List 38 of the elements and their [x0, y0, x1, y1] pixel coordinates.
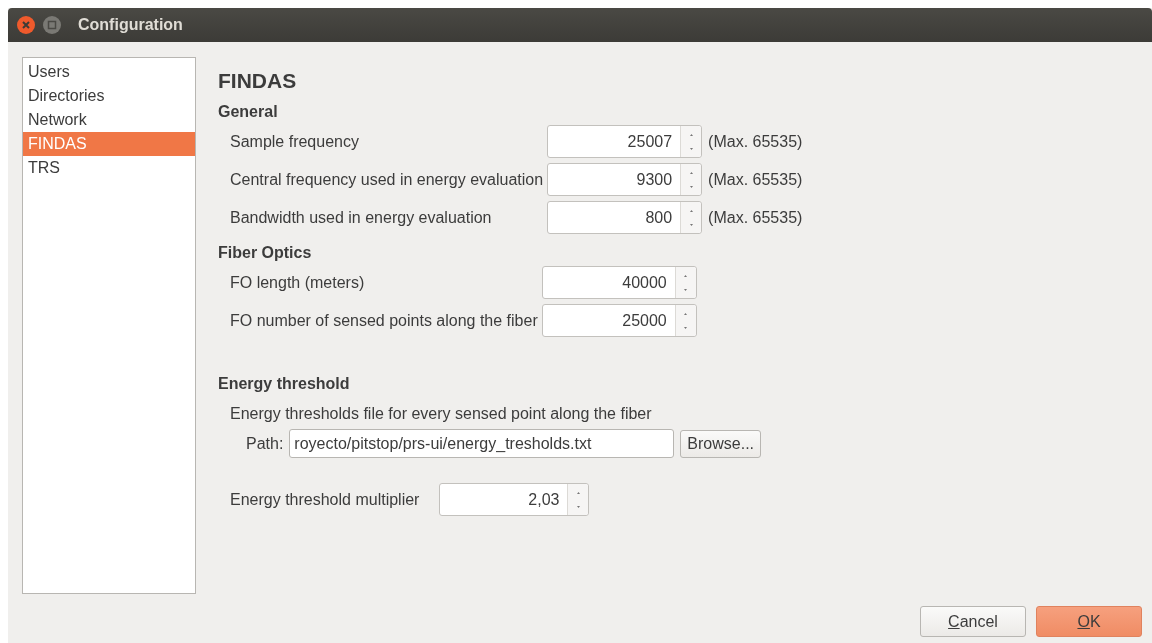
spin-value: 25007 [626, 131, 674, 152]
number-spinbox[interactable]: 9300 [547, 163, 703, 196]
cancel-button[interactable]: Cancel [920, 606, 1026, 637]
section-title: Energy threshold [218, 375, 351, 393]
spin-value: 2,03 [527, 489, 561, 510]
field-label: Central frequency used in energy evaluation [230, 170, 544, 189]
sidebar-item[interactable]: Network [23, 108, 195, 132]
field-label: FO number of sensed points along the fiber [230, 311, 538, 330]
section-title: General [218, 103, 279, 121]
browse-button[interactable]: Browse... [680, 429, 762, 458]
field-label: Energy threshold multiplier [230, 490, 420, 509]
number-spinbox[interactable]: 2,03 [439, 483, 590, 516]
max-hint: (Max. 65535) [708, 170, 803, 189]
sidebar-item[interactable]: TRS [23, 156, 195, 180]
ok-button[interactable]: OK [1036, 606, 1142, 637]
path-label: Path: [246, 434, 284, 453]
page-title: FINDAS [218, 69, 298, 93]
max-hint: (Max. 65535) [708, 132, 803, 151]
field-label: FO length (meters) [230, 273, 366, 292]
field-label: Bandwidth used in energy evaluation [230, 208, 493, 227]
description-text: Energy thresholds file for every sensed point along the fiber [229, 405, 653, 423]
max-hint: (Max. 65535) [708, 208, 803, 227]
minimize-icon[interactable] [42, 15, 62, 35]
number-spinbox[interactable]: 25007 [547, 125, 703, 158]
spin-value: 800 [644, 207, 674, 228]
spin-value: 9300 [635, 169, 674, 190]
section-title: Fiber Optics [218, 244, 313, 262]
close-icon[interactable] [16, 15, 36, 35]
field-label: Sample frequency [230, 132, 360, 151]
sidebar-item[interactable]: Users [23, 60, 195, 84]
number-spinbox[interactable]: 40000 [541, 266, 697, 299]
sidebar-item[interactable]: Directories [23, 84, 195, 108]
number-spinbox[interactable]: 800 [547, 201, 703, 234]
number-spinbox[interactable]: 25000 [541, 304, 697, 337]
spin-value: 25000 [621, 310, 668, 331]
path-field[interactable]: royecto/pitstop/prs-ui/energy_tresholds.txt [289, 429, 675, 458]
window-title: Configuration [78, 16, 183, 34]
spin-value: 40000 [621, 272, 668, 293]
